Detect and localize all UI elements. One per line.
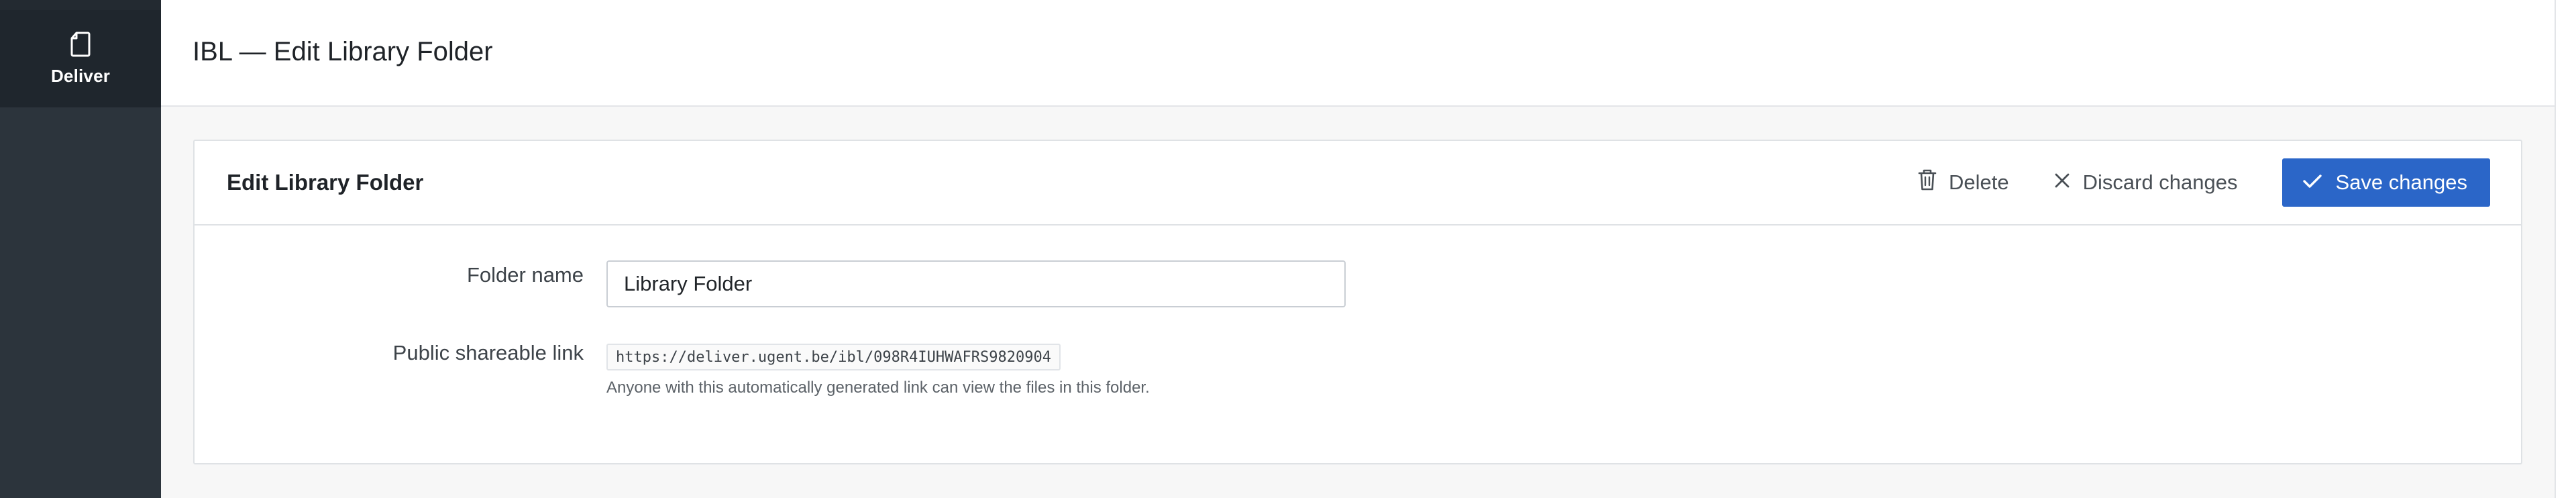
document-icon: [70, 31, 91, 58]
check-icon: [2302, 170, 2336, 195]
folder-name-input[interactable]: Library Folder: [606, 260, 1346, 307]
scrollbar[interactable]: [2555, 0, 2576, 498]
share-link-row: Public shareable link https://deliver.ug…: [195, 341, 2521, 401]
share-link-label: Public shareable link: [392, 341, 584, 364]
trash-icon: [1918, 168, 1949, 197]
save-changes-button[interactable]: Save changes: [2282, 158, 2490, 207]
page-title: IBL — Edit Library Folder: [193, 37, 493, 66]
main-content: Edit Library Folder Delete Discard chang…: [161, 107, 2555, 498]
card-header: Edit Library Folder Delete Discard chang…: [195, 141, 2521, 226]
save-label: Save changes: [2335, 170, 2467, 194]
share-link-help-text: Anyone with this automatically generated…: [606, 379, 1150, 397]
delete-button[interactable]: Delete: [1918, 168, 2009, 197]
discard-changes-button[interactable]: Discard changes: [2053, 170, 2238, 195]
sidebar: Deliver: [0, 0, 161, 498]
card-title: Edit Library Folder: [227, 170, 424, 195]
sidebar-brand-label: Deliver: [50, 66, 111, 86]
folder-name-row: Folder name Library Folder: [195, 260, 2521, 307]
sidebar-top-strip: [0, 0, 161, 10]
close-icon: [2053, 170, 2083, 195]
share-link-value[interactable]: https://deliver.ugent.be/ibl/098R4IUHWAF…: [606, 344, 1061, 370]
sidebar-item-deliver[interactable]: Deliver: [0, 10, 161, 107]
delete-label: Delete: [1949, 170, 2009, 194]
page-header: IBL — Edit Library Folder: [161, 0, 2555, 107]
edit-folder-card: Edit Library Folder Delete Discard chang…: [193, 140, 2522, 464]
card-actions: Delete Discard changes Save changes: [1918, 158, 2490, 207]
discard-label: Discard changes: [2082, 170, 2238, 194]
folder-name-label: Folder name: [466, 263, 584, 287]
